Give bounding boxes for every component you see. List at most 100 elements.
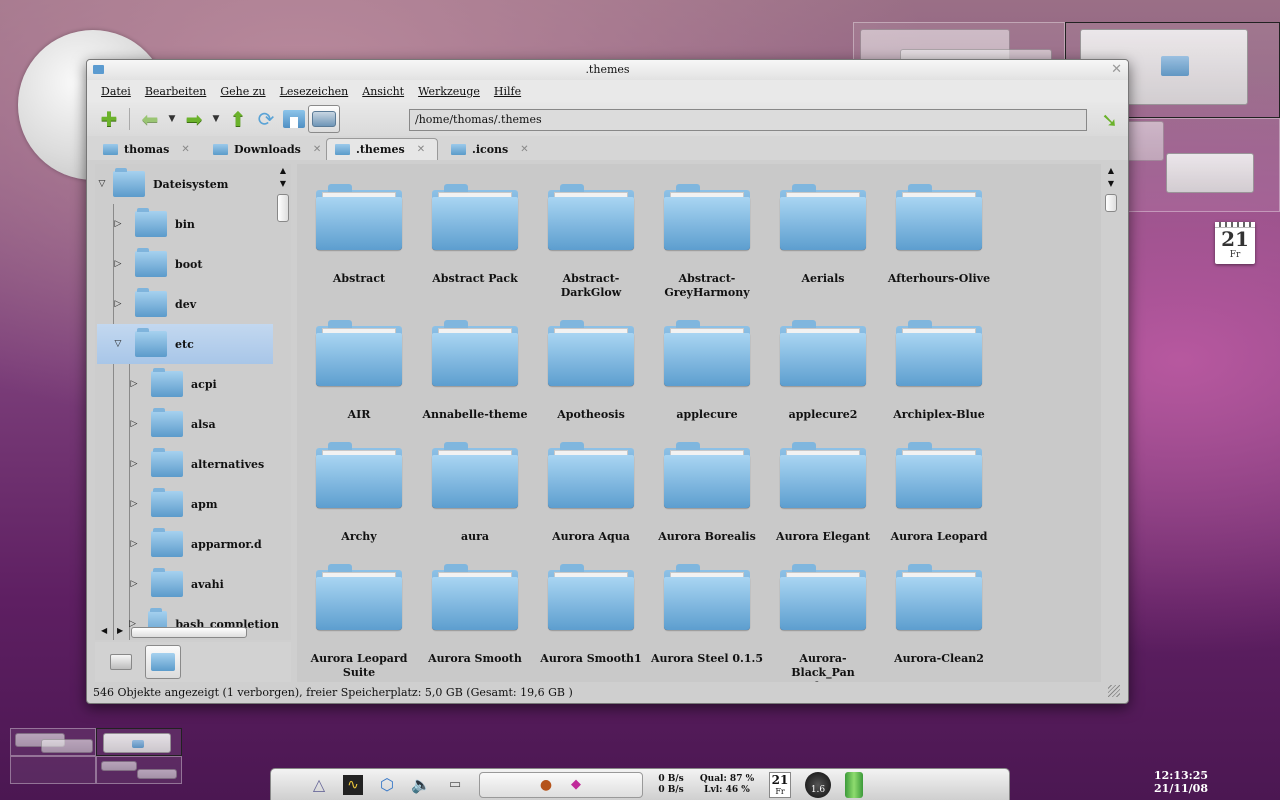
reload-icon[interactable]: ⟳ [252, 105, 280, 133]
folder-item[interactable]: Archy [301, 442, 417, 544]
menu-ansicht[interactable]: Ansicht [362, 85, 404, 98]
expander-closed-icon[interactable]: ▷ [129, 459, 139, 469]
tree-view-button[interactable] [145, 645, 181, 679]
folder-item[interactable]: Abstract [301, 184, 417, 286]
folder-item[interactable]: applecure [649, 320, 765, 422]
folder-item[interactable]: Abstract-DarkGlow [533, 184, 649, 300]
folder-item[interactable]: Aurora-Black_Panther [765, 564, 881, 682]
tab-close-icon[interactable]: ✕ [181, 144, 189, 155]
tree-item-apparmor[interactable]: ▷ apparmor.d [129, 524, 273, 564]
expander-open-icon[interactable]: ▽ [97, 179, 107, 189]
places-view-button[interactable] [103, 645, 139, 679]
menu-datei[interactable]: Datei [101, 85, 131, 98]
scroll-right-icon[interactable]: ▶ [117, 626, 123, 635]
folder-item[interactable]: applecure2 [765, 320, 881, 422]
workspace-2-active[interactable] [96, 728, 182, 756]
up-arrow-icon[interactable]: ⬆ [224, 105, 252, 133]
tree-item-apm[interactable]: ▷ apm [129, 484, 273, 524]
window-switcher-icon[interactable]: ▭ [445, 775, 465, 795]
tree-item-bin[interactable]: ▷ bin [113, 204, 273, 244]
tree-item-acpi[interactable]: ▷ acpi [129, 364, 273, 404]
folder-item[interactable]: Aurora Borealis [649, 442, 765, 544]
tree-item-dev[interactable]: ▷ dev [113, 284, 273, 324]
expander-closed-icon[interactable]: ▷ [129, 579, 139, 589]
folder-item[interactable]: Aerials [765, 184, 881, 286]
folder-item[interactable]: Aurora Steel 0.1.5 [649, 564, 765, 666]
tree-item-avahi[interactable]: ▷ avahi [129, 564, 273, 604]
scroll-up-icon[interactable]: ▲ [275, 164, 291, 177]
tree-item-alternatives[interactable]: ▷ alternatives [129, 444, 273, 484]
tab-downloads[interactable]: Downloads ✕ [213, 138, 321, 160]
window-titlebar[interactable]: .themes ✕ [87, 60, 1128, 80]
menu-hilfe[interactable]: Hilfe [494, 85, 521, 98]
drive-icon[interactable] [308, 105, 340, 133]
menu-gehe-zu[interactable]: Gehe zu [220, 85, 265, 98]
app-task-icon[interactable]: ◆ [566, 775, 586, 795]
menu-werkzeuge[interactable]: Werkzeuge [418, 85, 480, 98]
folder-item[interactable]: Afterhours-Olive [881, 184, 997, 286]
scrollbar-thumb[interactable] [277, 194, 289, 222]
folder-item[interactable]: AIR [301, 320, 417, 422]
folder-item[interactable]: Apotheosis [533, 320, 649, 422]
folder-item[interactable]: Aurora Smooth [417, 564, 533, 666]
folder-item[interactable]: Aurora Elegant [765, 442, 881, 544]
tab-close-icon[interactable]: ✕ [417, 144, 425, 155]
back-history-chevron-down-icon[interactable]: ▼ [164, 105, 180, 133]
workspace-4[interactable] [96, 756, 182, 784]
virtualbox-icon[interactable]: ⬡ [377, 775, 397, 795]
expander-closed-icon[interactable]: ▷ [129, 499, 139, 509]
location-input[interactable]: /home/thomas/.themes [409, 109, 1087, 131]
bottom-workspace-pager[interactable] [10, 728, 182, 784]
folder-item[interactable]: Aurora-Clean2 [881, 564, 997, 666]
trash-icon[interactable] [845, 771, 863, 798]
expander-open-icon[interactable]: ▽ [113, 339, 123, 349]
expander-closed-icon[interactable]: ▷ [129, 419, 139, 429]
folder-item[interactable]: Archiplex-Blue [881, 320, 997, 422]
home-icon[interactable] [280, 105, 308, 133]
menu-lesezeichen[interactable]: Lesezeichen [280, 85, 349, 98]
tab-close-icon[interactable]: ✕ [313, 144, 321, 155]
back-arrow-icon[interactable]: ⬅ [136, 105, 164, 133]
tree-item-alsa[interactable]: ▷ alsa [129, 404, 273, 444]
tab-close-icon[interactable]: ✕ [520, 144, 528, 155]
scroll-down-icon[interactable]: ▼ [275, 177, 291, 190]
tree-item-etc[interactable]: ▽ etc [97, 324, 273, 364]
scroll-down-icon[interactable]: ▼ [1103, 177, 1119, 190]
tab-thomas[interactable]: thomas ✕ [103, 138, 190, 160]
firefox-task-icon[interactable]: ● [536, 775, 556, 795]
task-list[interactable]: ● ◆ [479, 771, 643, 798]
go-arrow-icon[interactable]: ➘ [1101, 108, 1118, 132]
new-tab-plus-icon[interactable]: ✚ [95, 105, 123, 133]
panel-calendar[interactable]: 21 Fr [769, 771, 791, 798]
folder-item[interactable]: Aurora Leopard [881, 442, 997, 544]
tree-item-dateisystem[interactable]: ▽ Dateisystem [97, 164, 273, 204]
expander-closed-icon[interactable]: ▷ [129, 379, 139, 389]
expander-closed-icon[interactable]: ▷ [113, 259, 123, 269]
folder-item[interactable]: Aurora Leopard Suite [301, 564, 417, 680]
system-monitor-icon[interactable]: ∿ [343, 774, 363, 795]
folder-item[interactable]: Aurora Smooth1 [533, 564, 649, 666]
tree-vertical-scrollbar[interactable]: ▲ ▼ [275, 164, 291, 222]
system-clock[interactable]: 12:13:25 21/11/08 [1148, 769, 1214, 795]
main-vertical-scrollbar[interactable]: ▲ ▼ [1103, 164, 1119, 212]
scrollbar-thumb[interactable] [131, 627, 247, 638]
scroll-up-icon[interactable]: ▲ [1103, 164, 1119, 177]
tree-item-boot[interactable]: ▷ boot [113, 244, 273, 284]
close-icon[interactable]: ✕ [1111, 60, 1122, 80]
forward-history-chevron-down-icon[interactable]: ▼ [208, 105, 224, 133]
scrollbar-thumb[interactable] [1105, 194, 1117, 212]
tab-themes-active[interactable]: .themes ✕ [326, 138, 438, 160]
folder-item[interactable]: Aurora Aqua [533, 442, 649, 544]
workspace-1[interactable] [10, 728, 96, 756]
expander-closed-icon[interactable]: ▷ [113, 219, 123, 229]
folder-item[interactable]: Annabelle-theme [417, 320, 533, 422]
expander-closed-icon[interactable]: ▷ [113, 299, 123, 309]
expander-closed-icon[interactable]: ▷ [129, 539, 139, 549]
workspace-3[interactable] [10, 756, 96, 784]
forward-arrow-icon[interactable]: ➡ [180, 105, 208, 133]
folder-item[interactable]: Abstract-GreyHarmony [649, 184, 765, 300]
tab-icons[interactable]: .icons ✕ [451, 138, 529, 160]
folder-item[interactable]: aura [417, 442, 533, 544]
inkscape-launcher-icon[interactable]: △ [309, 775, 329, 795]
tree-horizontal-scrollbar[interactable]: ◀ ▶ [95, 626, 291, 640]
